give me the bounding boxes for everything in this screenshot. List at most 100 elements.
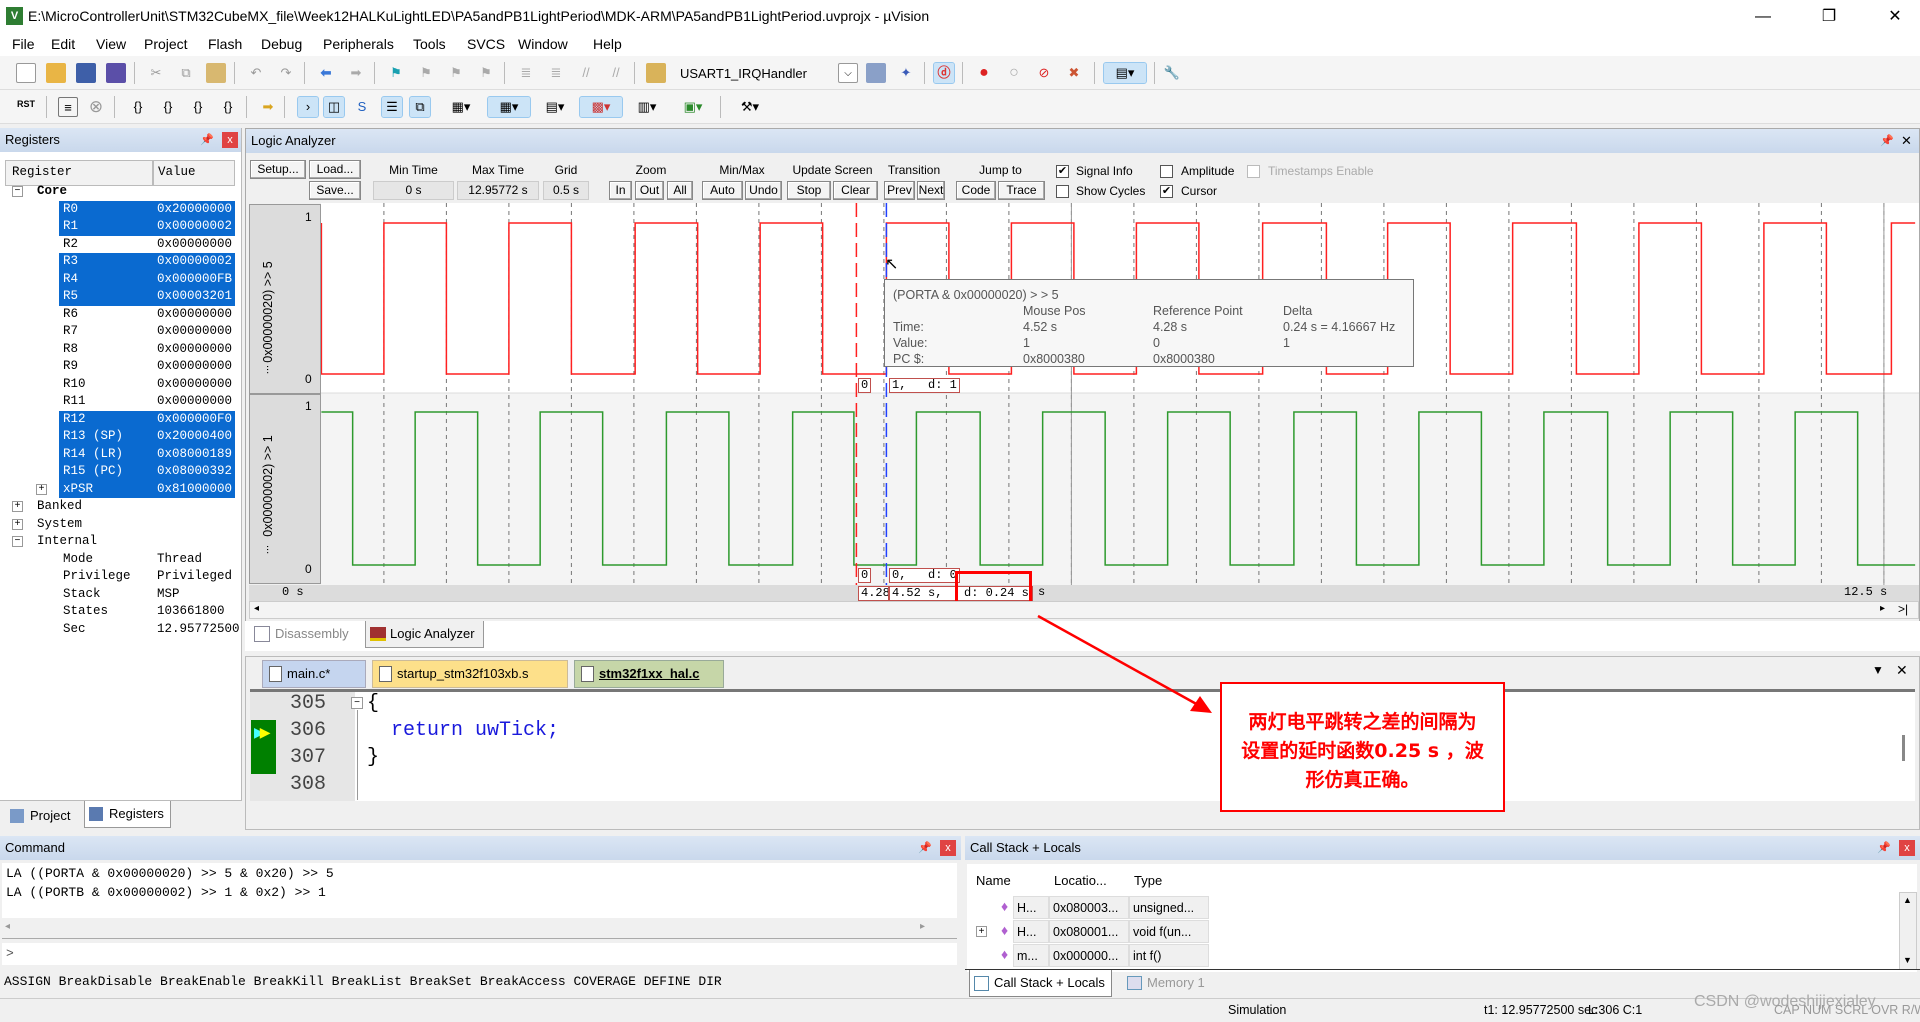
system-viewer-dropdown[interactable]: ▣▾ bbox=[678, 97, 708, 117]
register-row[interactable]: R13 (SP) 0x20000400 bbox=[0, 428, 240, 446]
register-row[interactable]: Mode Thread bbox=[0, 551, 240, 569]
timestamps-checkbox[interactable] bbox=[1247, 165, 1260, 178]
symbols-window-icon[interactable]: S bbox=[352, 97, 372, 117]
step-over-icon[interactable]: {} bbox=[158, 97, 178, 117]
signal-info-checkbox[interactable]: ✔ bbox=[1056, 165, 1069, 178]
jump-code-button[interactable]: Code bbox=[956, 181, 996, 200]
collapse-icon[interactable]: − bbox=[12, 536, 23, 547]
disable-breakpoint-icon[interactable]: ○ bbox=[1004, 63, 1024, 83]
call-stack-scrollbar[interactable]: ▲ ▼ bbox=[1899, 892, 1917, 970]
register-row[interactable]: + System bbox=[0, 516, 240, 534]
open-folder-icon[interactable] bbox=[46, 63, 66, 83]
call-stack-cell[interactable]: H... bbox=[1013, 896, 1049, 919]
clear-button[interactable]: Clear bbox=[833, 181, 878, 200]
menu-svcs[interactable]: SVCS bbox=[467, 36, 505, 52]
load-button[interactable]: Load... bbox=[309, 160, 361, 179]
call-stack-window-icon[interactable]: ⧉ bbox=[409, 96, 431, 118]
expand-icon[interactable]: + bbox=[36, 483, 47, 495]
breakpoint-icon[interactable]: ● bbox=[974, 63, 994, 83]
zoom-out-button[interactable]: Out bbox=[635, 181, 664, 200]
call-stack-cell[interactable]: unsigned... bbox=[1129, 896, 1209, 919]
zoom-all-button[interactable]: All bbox=[667, 181, 693, 200]
vertical-scrollbar[interactable] bbox=[1902, 735, 1905, 761]
scroll-right-icon[interactable]: ▸ bbox=[920, 921, 925, 932]
scroll-right-icon[interactable]: ▸ bbox=[1880, 603, 1885, 614]
register-row[interactable]: Stack MSP bbox=[0, 586, 240, 604]
step-out-icon[interactable]: {} bbox=[188, 97, 208, 117]
serial-windows-dropdown[interactable]: ▤▾ bbox=[540, 97, 570, 117]
configure-icon[interactable]: 🔧 bbox=[1162, 63, 1182, 83]
editor-tab-main[interactable]: main.c* bbox=[262, 660, 366, 688]
amplitude-checkbox[interactable] bbox=[1160, 165, 1173, 178]
save-button[interactable]: Save... bbox=[309, 181, 361, 200]
register-row[interactable]: − Internal bbox=[0, 533, 240, 551]
next-bookmark-icon[interactable]: ⚑ bbox=[446, 63, 466, 83]
disable-all-breakpoints-icon[interactable]: ⊘ bbox=[1034, 63, 1054, 83]
save-icon[interactable] bbox=[76, 63, 96, 83]
tab-call-stack[interactable]: Call Stack + Locals bbox=[969, 970, 1112, 997]
setup-button[interactable]: Setup... bbox=[250, 160, 306, 179]
menu-edit[interactable]: Edit bbox=[51, 36, 75, 52]
fold-collapse-icon[interactable]: − bbox=[351, 697, 363, 709]
zoom-in-button[interactable]: In bbox=[609, 181, 632, 200]
pin-icon[interactable]: 📌 bbox=[200, 133, 214, 146]
call-stack-cell[interactable]: void f(un... bbox=[1129, 920, 1209, 943]
command-input[interactable]: > bbox=[2, 943, 957, 965]
incremental-find-icon[interactable]: ✦ bbox=[896, 63, 916, 83]
register-row[interactable]: R14 (LR) 0x08000189 bbox=[0, 445, 240, 463]
editor-dropdown-icon[interactable]: ▼ bbox=[1872, 663, 1884, 677]
call-stack-cell[interactable]: int f() bbox=[1129, 944, 1209, 967]
column-header-location[interactable]: Locatio... bbox=[1049, 867, 1107, 895]
register-row[interactable]: R8 0x00000000 bbox=[0, 341, 240, 359]
paste-icon[interactable] bbox=[206, 63, 226, 83]
scroll-down-icon[interactable]: ▼ bbox=[1903, 955, 1912, 965]
column-header-name[interactable]: Name bbox=[971, 867, 1011, 895]
menu-project[interactable]: Project bbox=[144, 36, 188, 52]
register-row[interactable]: R1 0x00000002 bbox=[0, 218, 240, 236]
pin-icon[interactable]: 📌 bbox=[1877, 841, 1891, 854]
command-window-icon[interactable]: › bbox=[297, 96, 319, 118]
tab-registers[interactable]: Registers bbox=[84, 801, 171, 828]
register-row[interactable]: R10 0x00000000 bbox=[0, 376, 240, 394]
tab-memory-1[interactable]: Memory 1 bbox=[1123, 970, 1205, 996]
register-row[interactable]: R2 0x00000000 bbox=[0, 236, 240, 254]
memory-windows-dropdown[interactable]: ▦▾ bbox=[487, 96, 531, 118]
call-stack-cell[interactable]: 0x080001... bbox=[1049, 920, 1129, 943]
copy-icon[interactable]: ⧉ bbox=[176, 63, 196, 83]
collapse-icon[interactable]: − bbox=[12, 186, 23, 197]
disassembly-window-icon[interactable]: ◫ bbox=[323, 96, 345, 118]
close-panel-icon[interactable]: ✕ bbox=[1901, 133, 1912, 149]
register-row[interactable]: R11 0x00000000 bbox=[0, 393, 240, 411]
register-row[interactable]: R6 0x00000000 bbox=[0, 306, 240, 324]
minimize-button[interactable]: — bbox=[1745, 4, 1781, 30]
kill-all-breakpoints-icon[interactable]: ✖ bbox=[1064, 63, 1084, 83]
redo-icon[interactable]: ↷ bbox=[276, 63, 296, 83]
menu-window[interactable]: Window bbox=[518, 36, 568, 52]
register-row[interactable]: R12 0x000000F0 bbox=[0, 410, 240, 428]
editor-close-icon[interactable]: ✕ bbox=[1896, 662, 1908, 679]
pin-icon[interactable]: 📌 bbox=[918, 841, 932, 854]
navigate-back-icon[interactable]: ⬅ bbox=[316, 63, 336, 83]
call-stack-cell[interactable]: 0x080003... bbox=[1049, 896, 1129, 919]
step-into-icon[interactable]: {} bbox=[128, 97, 148, 117]
registers-window-icon[interactable]: ☰ bbox=[381, 96, 403, 118]
register-row[interactable]: Privilege Privileged bbox=[0, 568, 240, 586]
expand-icon[interactable]: + bbox=[12, 501, 23, 512]
register-row[interactable]: R7 0x00000000 bbox=[0, 323, 240, 341]
save-all-icon[interactable] bbox=[106, 63, 126, 83]
menu-help[interactable]: Help bbox=[593, 36, 622, 52]
watch-windows-dropdown[interactable]: ▦▾ bbox=[446, 97, 476, 117]
cut-icon[interactable]: ✂ bbox=[146, 63, 166, 83]
show-cycles-checkbox[interactable] bbox=[1056, 185, 1069, 198]
scroll-left-icon[interactable]: ◂ bbox=[254, 603, 259, 614]
close-panel-icon[interactable]: x bbox=[222, 132, 238, 148]
find-icon[interactable] bbox=[866, 63, 886, 83]
command-scrollbar[interactable]: ◂ ▸ bbox=[2, 919, 957, 939]
call-stack-cell[interactable]: m... bbox=[1013, 944, 1049, 967]
maximize-button[interactable]: ❐ bbox=[1811, 4, 1847, 30]
run-to-cursor-icon[interactable]: {} bbox=[218, 97, 238, 117]
jump-trace-button[interactable]: Trace bbox=[998, 181, 1045, 200]
register-row[interactable]: + Banked bbox=[0, 498, 240, 516]
tab-project[interactable]: Project bbox=[6, 803, 70, 829]
menu-flash[interactable]: Flash bbox=[208, 36, 242, 52]
